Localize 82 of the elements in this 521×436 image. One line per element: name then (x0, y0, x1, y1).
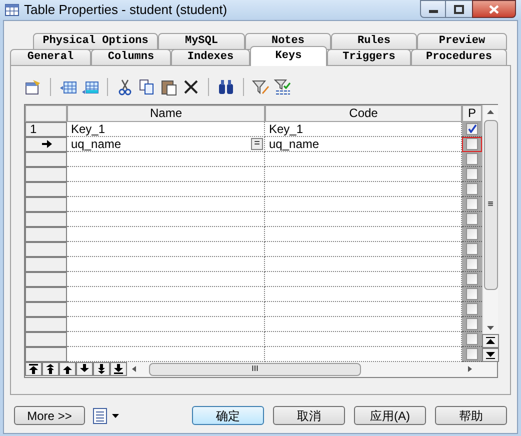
tab[interactable]: Preview (417, 32, 507, 50)
column-header[interactable]: Name (67, 104, 265, 122)
caret-icon (112, 414, 119, 418)
scroll-top-button[interactable] (482, 334, 499, 348)
move-down-button[interactable] (76, 362, 93, 376)
checkbox[interactable] (466, 348, 478, 360)
cell-text: uq_name (71, 136, 122, 152)
checkbox[interactable] (466, 122, 478, 134)
dialog-button[interactable]: 取消 (273, 406, 345, 425)
vertical-scrollbar[interactable]: ≡ (482, 104, 498, 362)
row-header[interactable]: 1 (25, 122, 67, 136)
move-first-arrow-icon (29, 364, 38, 374)
checkbox[interactable] (466, 152, 478, 164)
tab[interactable]: General (10, 48, 91, 66)
window-title: Table Properties - student (student) (24, 1, 228, 19)
tab[interactable]: Keys (250, 46, 327, 66)
dialog-button[interactable]: 确定 (192, 406, 264, 425)
current-row-arrow-icon (42, 140, 52, 148)
checkbox[interactable] (466, 182, 478, 194)
move-up-button[interactable] (59, 362, 76, 376)
binoculars-icon[interactable] (217, 78, 235, 96)
tab[interactable]: Procedures (411, 48, 507, 66)
scroll-bottom-button[interactable] (482, 348, 499, 362)
close-icon (489, 4, 499, 14)
checkbox[interactable] (466, 318, 478, 330)
tab[interactable]: MySQL (158, 32, 245, 50)
checkbox[interactable] (466, 138, 478, 150)
move-first-button[interactable] (25, 362, 42, 376)
scroll-top-arrow-icon (486, 336, 495, 346)
horizontal-scroll-thumb[interactable]: III (149, 362, 361, 376)
minimize-button[interactable] (420, 0, 446, 18)
tab[interactable]: Rules (331, 32, 417, 50)
move-up-arrow-icon (63, 364, 72, 374)
column-header[interactable]: Code (265, 104, 462, 122)
close-button[interactable] (472, 0, 516, 18)
edit-button[interactable]: = (251, 138, 263, 150)
checkbox[interactable] (466, 302, 478, 314)
row-header[interactable] (25, 136, 67, 152)
tab[interactable]: Columns (91, 48, 171, 66)
checkbox[interactable] (466, 258, 478, 270)
checkbox[interactable] (466, 228, 478, 240)
cell-text: Key_1 (71, 120, 106, 138)
minimize-icon (428, 10, 438, 13)
filter-edit-icon[interactable] (252, 78, 270, 96)
tab[interactable]: Physical Options (33, 32, 158, 50)
move-page-down-arrow-icon (97, 364, 106, 374)
delete-icon[interactable] (182, 78, 200, 96)
dialog-button[interactable]: 应用(A) (354, 406, 426, 425)
filter-check-icon[interactable] (274, 78, 292, 96)
table-icon (5, 4, 19, 16)
checkbox[interactable] (466, 272, 478, 284)
move-page-up-arrow-icon (46, 364, 55, 374)
tab[interactable]: Triggers (327, 48, 411, 66)
more-button[interactable]: More >> (14, 406, 85, 425)
properties-icon[interactable] (24, 78, 42, 96)
move-last-arrow-icon (114, 364, 123, 374)
scroll-bottom-arrow-icon (486, 350, 495, 360)
cell-text: uq_name (269, 136, 320, 152)
checkbox[interactable] (466, 242, 478, 254)
restore-icon (454, 4, 464, 14)
document-icon (93, 408, 107, 424)
scroll-thumb[interactable]: ≡ (484, 120, 498, 290)
maximize-button[interactable] (446, 0, 472, 18)
check-icon (468, 124, 476, 133)
cut-icon[interactable] (116, 78, 134, 96)
move-down-arrow-icon (80, 364, 89, 374)
checkbox[interactable] (466, 168, 478, 180)
dialog-button[interactable]: 帮助 (435, 406, 507, 425)
document-dropdown-button[interactable] (93, 408, 119, 424)
checkbox[interactable] (466, 288, 478, 300)
checkbox[interactable] (466, 212, 478, 224)
move-page-down-button[interactable] (93, 362, 110, 376)
tab[interactable]: Indexes (171, 48, 250, 66)
cell-text: Key_1 (269, 120, 304, 138)
copy-icon[interactable] (138, 78, 156, 96)
corner-cell (25, 104, 67, 122)
checkbox[interactable] (466, 332, 478, 344)
move-page-up-button[interactable] (42, 362, 59, 376)
move-last-button[interactable] (110, 362, 127, 376)
column-header[interactable]: P (462, 104, 482, 122)
checkbox[interactable] (466, 198, 478, 210)
paste-icon[interactable] (160, 78, 178, 96)
